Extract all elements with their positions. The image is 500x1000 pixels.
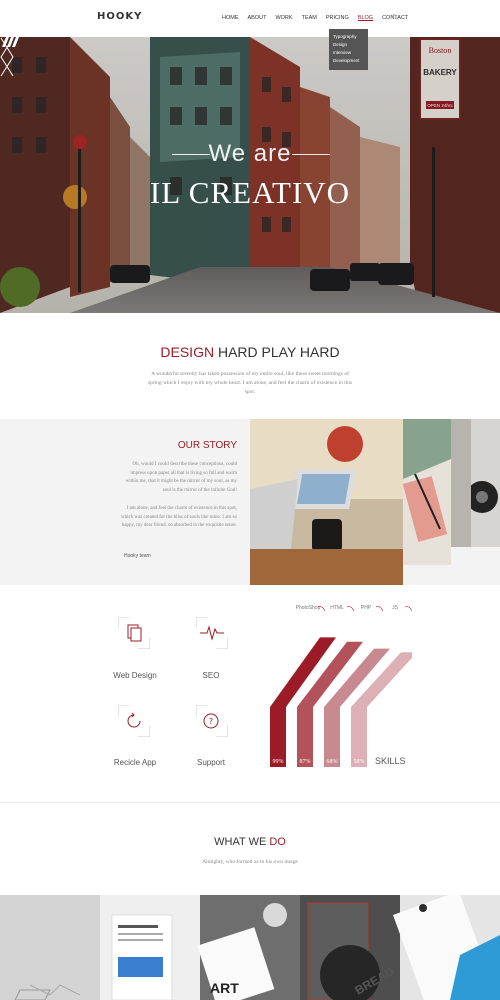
nav-blog[interactable]: BLOG xyxy=(358,15,373,21)
page: HOOKY HOME ABOUT WORK TEAM PRICING BLOG … xyxy=(0,0,500,1000)
hero-title-line-1: We are xyxy=(208,140,292,167)
design-section: DESIGN HARD PLAY HARD A wonderful sereni… xyxy=(0,313,500,419)
hero-rule-right xyxy=(292,154,330,155)
story-signature: Hooky team xyxy=(124,553,151,559)
nav-work[interactable]: WORK xyxy=(275,15,292,21)
skill-pointer-icon xyxy=(346,606,355,612)
nav-pricing[interactable]: PRICING xyxy=(326,15,349,21)
design-title: DESIGN HARD PLAY HARD xyxy=(0,344,500,360)
skill-pointer-icon xyxy=(375,606,384,612)
what-we-do-title: WHAT WE DO xyxy=(0,836,500,848)
logo[interactable]: HOOKY xyxy=(97,11,142,22)
gallery-item-2[interactable] xyxy=(100,895,200,1000)
nav-team[interactable]: TEAM xyxy=(302,15,317,21)
recycle-icon xyxy=(118,705,150,737)
story-paragraph-2: I am alone, and feel the charm of existe… xyxy=(121,506,237,528)
question-icon: ? xyxy=(196,705,228,737)
skills-label: SKILLS xyxy=(375,756,406,766)
dropdown-item-typography[interactable]: Typography xyxy=(333,33,364,41)
search-icon[interactable] xyxy=(392,14,398,20)
services-section: Web Design SEO Recicle App ? Support 99%… xyxy=(0,585,500,803)
skill-name-photoshop: PhotoShop xyxy=(296,605,321,611)
hero-slider: Boston BAKERY OPEN 24hrs We are IL CREAT… xyxy=(0,37,500,313)
service-web-design-label: Web Design xyxy=(113,671,157,680)
skills-chart: 99% PhotoShop 87% HTML 68% PHP 58% JS xyxy=(270,605,412,767)
design-title-rest: HARD PLAY HARD xyxy=(217,344,340,360)
design-text: A wonderful serenity has taken possessio… xyxy=(147,371,353,395)
our-story-section: OUR STORY Oh, would I could describe the… xyxy=(0,419,500,585)
dropdown-item-interview[interactable]: Interview xyxy=(333,49,364,57)
skill-value-php: 68% xyxy=(327,759,338,765)
blog-dropdown-menu: Typography Design Interview Development xyxy=(329,29,368,70)
pulse-icon xyxy=(196,617,228,649)
dropdown-item-design[interactable]: Design xyxy=(333,41,364,49)
what-we-do-section: WHAT WE DO Almighty, who formed us in hi… xyxy=(0,803,500,895)
svg-text:?: ? xyxy=(209,717,213,726)
what-we-do-title-accent: DO xyxy=(269,836,286,848)
what-we-do-subtitle: Almighty, who formed us in his own image xyxy=(202,859,298,865)
nav-home[interactable]: HOME xyxy=(222,15,239,21)
gallery-art-text: ART xyxy=(210,980,239,996)
site-header: HOOKY HOME ABOUT WORK TEAM PRICING BLOG … xyxy=(0,0,500,37)
skill-value-photoshop: 99% xyxy=(273,759,284,765)
skill-value-html: 87% xyxy=(300,759,311,765)
skill-name-js: JS xyxy=(392,605,399,611)
gallery-item-4[interactable]: BREAD xyxy=(300,895,400,1000)
portfolio-gallery: ART BREAD xyxy=(0,895,500,1000)
nav-about[interactable]: ABOUT xyxy=(248,15,267,21)
dropdown-item-development[interactable]: Development xyxy=(333,57,364,65)
hero-title-line-2: IL CREATIVO xyxy=(149,175,351,210)
skill-name-php: PHP xyxy=(361,605,372,611)
service-support-label: Support xyxy=(196,758,226,767)
service-seo-label: SEO xyxy=(202,671,220,680)
hero-stripes-mark-icon xyxy=(2,37,19,47)
story-title: OUR STORY xyxy=(177,440,237,451)
story-paragraph-1: Oh, would I could describe these concept… xyxy=(125,462,237,493)
gallery-item-3[interactable]: ART xyxy=(197,895,300,1000)
story-photo-collage xyxy=(250,419,500,585)
main-nav: HOME ABOUT WORK TEAM PRICING BLOG CONTAC… xyxy=(222,15,417,21)
skill-value-js: 58% xyxy=(354,759,365,765)
pages-icon xyxy=(118,617,150,649)
design-title-accent: DESIGN xyxy=(160,344,215,360)
skill-name-html: HTML xyxy=(330,605,344,611)
gallery-item-1[interactable] xyxy=(0,895,100,1000)
skill-pointer-icon xyxy=(404,606,412,612)
gallery-item-5[interactable] xyxy=(393,895,500,1000)
what-we-do-title-rest: WHAT WE xyxy=(214,836,267,848)
service-recicle-app-label: Recicle App xyxy=(113,758,157,767)
